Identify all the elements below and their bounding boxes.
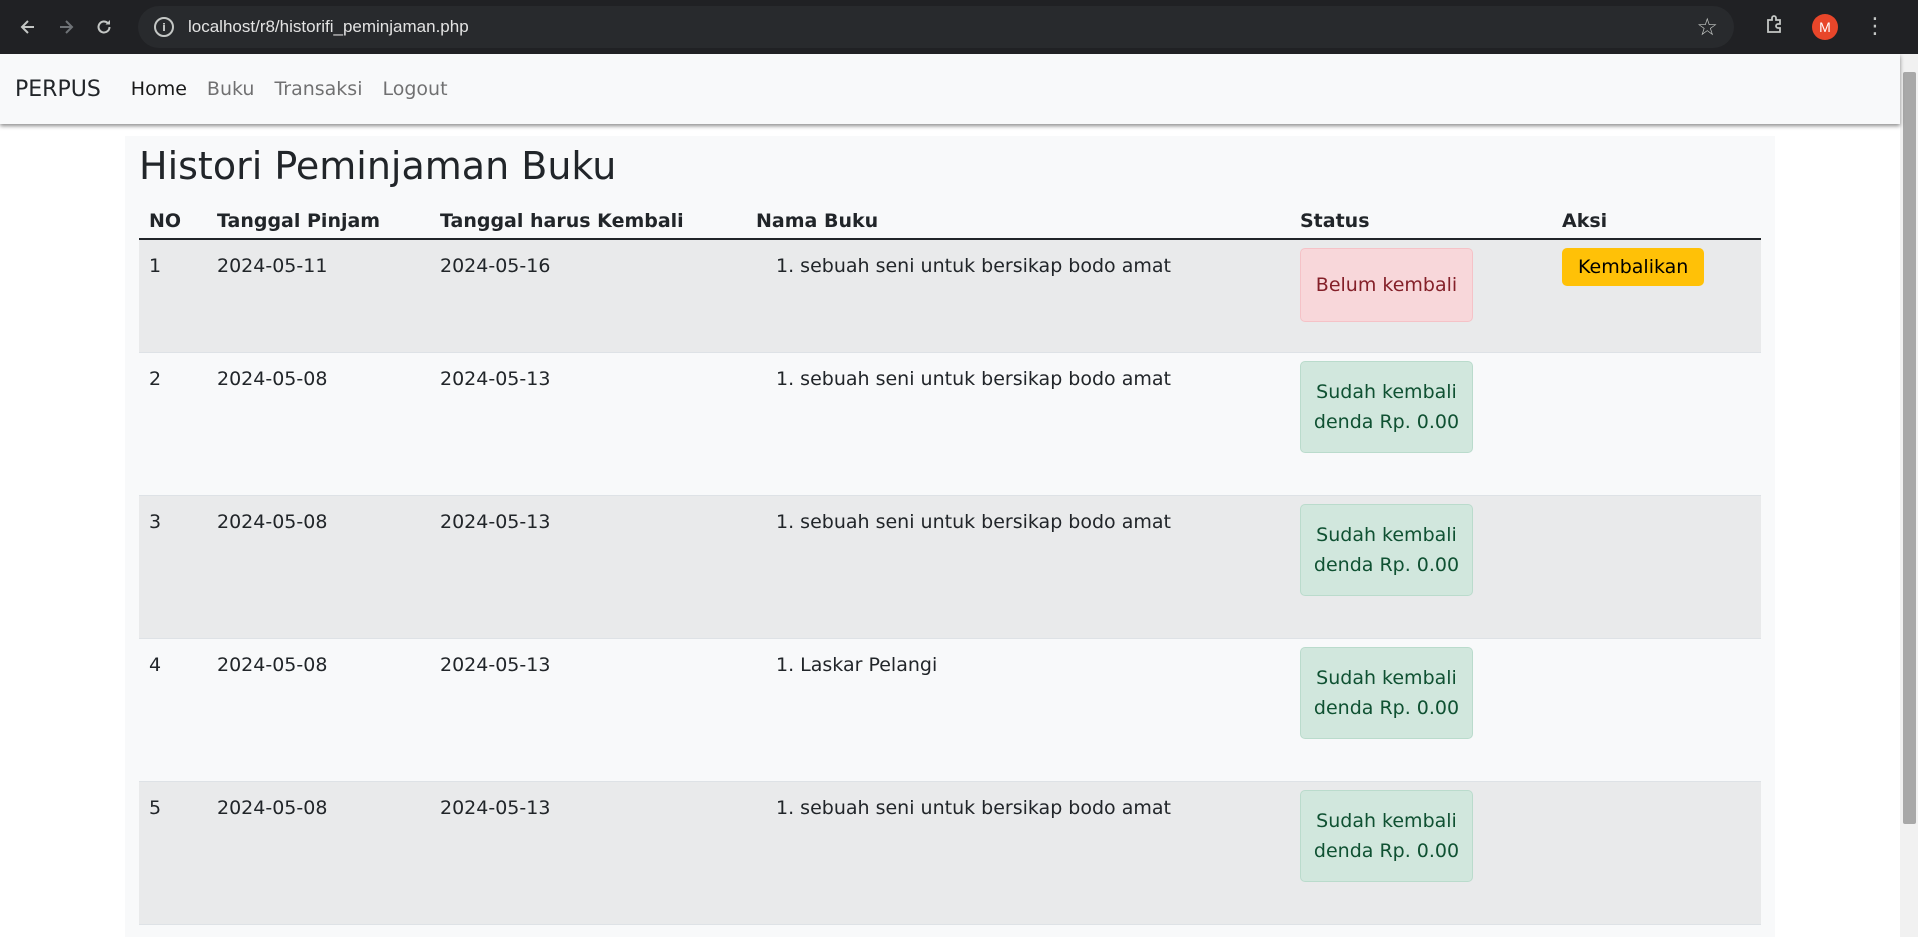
address-bar[interactable]: i localhost/r8/historifi_peminjaman.php …	[138, 6, 1734, 48]
status-text: Belum kembali	[1315, 274, 1458, 296]
cell-tanggal-kembali: 2024-05-16	[430, 239, 746, 353]
bookmark-star-icon[interactable]: ☆	[1696, 13, 1718, 41]
book-list-item: 1. Laskar Pelangi	[776, 653, 938, 676]
scrollbar-thumb[interactable]	[1903, 72, 1916, 824]
navbar-brand[interactable]: PERPUS	[15, 77, 101, 102]
table-row: 1 2024-05-11 2024-05-16 1. sebuah seni u…	[139, 239, 1761, 353]
cell-tanggal-pinjam: 2024-05-11	[207, 239, 430, 353]
book-list-item: 1. sebuah seni untuk bersikap bodo amat	[776, 796, 1171, 819]
denda-text: denda Rp. 0.00	[1313, 696, 1460, 719]
status-badge: Sudah kembali denda Rp. 0.00	[1300, 503, 1473, 596]
cell-no: 1	[139, 239, 207, 353]
cell-no: 2	[139, 352, 207, 496]
header-status: Status	[1290, 204, 1552, 240]
table-row: 4 2024-05-08 2024-05-13 1. Laskar Pelang…	[139, 638, 1761, 782]
book-list-item: 1. sebuah seni untuk bersikap bodo amat	[776, 510, 1171, 533]
cell-aksi: Kembalikan	[1552, 239, 1761, 353]
nav-link-home[interactable]: Home	[131, 78, 187, 100]
status-badge: Sudah kembali denda Rp. 0.00	[1300, 789, 1473, 882]
nav-link-transaksi[interactable]: Transaksi	[274, 78, 362, 100]
cell-tanggal-pinjam: 2024-05-08	[207, 638, 430, 782]
page-title: Histori Peminjaman Buku	[139, 144, 617, 188]
denda-text: denda Rp. 0.00	[1313, 839, 1460, 862]
status-badge: Sudah kembali denda Rp. 0.00	[1300, 646, 1473, 739]
cell-tanggal-kembali: 2024-05-13	[430, 638, 746, 782]
cell-tanggal-kembali: 2024-05-13	[430, 495, 746, 639]
status-text: Sudah kembali	[1316, 666, 1457, 689]
cell-aksi	[1552, 352, 1761, 496]
status-badge: Sudah kembali denda Rp. 0.00	[1300, 360, 1473, 453]
book-list-item: 1. sebuah seni untuk bersikap bodo amat	[776, 255, 1171, 277]
book-list-item: 1. sebuah seni untuk bersikap bodo amat	[776, 367, 1171, 390]
back-arrow-icon[interactable]	[12, 11, 44, 43]
cell-status: Sudah kembali denda Rp. 0.00	[1290, 495, 1552, 639]
extensions-icon[interactable]	[1764, 14, 1786, 41]
header-no: NO	[139, 204, 207, 240]
profile-avatar[interactable]: M	[1812, 14, 1838, 40]
page-viewport: PERPUS Home Buku Transaksi Logout Histor…	[0, 54, 1918, 937]
table-row: 5 2024-05-08 2024-05-13 1. sebuah seni u…	[139, 781, 1761, 925]
cell-no: 3	[139, 495, 207, 639]
table-header-row: NO Tanggal Pinjam Tanggal harus Kembali …	[139, 204, 1761, 240]
cell-no: 4	[139, 638, 207, 782]
table-row: 3 2024-05-08 2024-05-13 1. sebuah seni u…	[139, 495, 1761, 639]
cell-no: 5	[139, 781, 207, 925]
cell-tanggal-pinjam: 2024-05-08	[207, 495, 430, 639]
kembalikan-button[interactable]: Kembalikan	[1562, 248, 1705, 286]
history-table: NO Tanggal Pinjam Tanggal harus Kembali …	[139, 204, 1761, 925]
cell-status: Sudah kembali denda Rp. 0.00	[1290, 352, 1552, 496]
forward-arrow-icon[interactable]	[50, 11, 82, 43]
nav-link-logout[interactable]: Logout	[383, 78, 448, 100]
cell-tanggal-pinjam: 2024-05-08	[207, 352, 430, 496]
header-nama-buku: Nama Buku	[746, 204, 1290, 240]
header-tanggal-pinjam: Tanggal Pinjam	[207, 204, 430, 240]
cell-tanggal-kembali: 2024-05-13	[430, 352, 746, 496]
cell-status: Belum kembali	[1290, 239, 1552, 353]
cell-aksi	[1552, 638, 1761, 782]
cell-status: Sudah kembali denda Rp. 0.00	[1290, 781, 1552, 925]
cell-nama-buku: 1. sebuah seni untuk bersikap bodo amat	[746, 495, 1290, 639]
reload-icon[interactable]	[88, 11, 120, 43]
cell-nama-buku: 1. Laskar Pelangi	[746, 638, 1290, 782]
cell-aksi	[1552, 495, 1761, 639]
more-menu-icon[interactable]: ⋮	[1864, 16, 1886, 38]
status-text: Sudah kembali	[1316, 523, 1457, 546]
table-row: 2 2024-05-08 2024-05-13 1. sebuah seni u…	[139, 352, 1761, 496]
header-aksi: Aksi	[1552, 204, 1761, 240]
url-text: localhost/r8/historifi_peminjaman.php	[188, 17, 469, 36]
status-text: Sudah kembali	[1316, 380, 1457, 403]
nav-link-buku[interactable]: Buku	[207, 78, 255, 100]
header-tanggal-kembali: Tanggal harus Kembali	[430, 204, 746, 240]
denda-text: denda Rp. 0.00	[1313, 410, 1460, 433]
cell-tanggal-pinjam: 2024-05-08	[207, 781, 430, 925]
page-scrollbar[interactable]	[1900, 54, 1918, 937]
status-badge: Belum kembali	[1300, 248, 1473, 322]
cell-nama-buku: 1. sebuah seni untuk bersikap bodo amat	[746, 239, 1290, 353]
cell-nama-buku: 1. sebuah seni untuk bersikap bodo amat	[746, 781, 1290, 925]
cell-aksi	[1552, 781, 1761, 925]
status-text: Sudah kembali	[1316, 809, 1457, 832]
cell-nama-buku: 1. sebuah seni untuk bersikap bodo amat	[746, 352, 1290, 496]
denda-text: denda Rp. 0.00	[1313, 553, 1460, 576]
site-navbar: PERPUS Home Buku Transaksi Logout	[0, 54, 1900, 124]
browser-toolbar: i localhost/r8/historifi_peminjaman.php …	[0, 0, 1918, 54]
site-info-icon[interactable]: i	[154, 17, 174, 37]
cell-tanggal-kembali: 2024-05-13	[430, 781, 746, 925]
cell-status: Sudah kembali denda Rp. 0.00	[1290, 638, 1552, 782]
content-container: Histori Peminjaman Buku NO Tanggal Pinja…	[125, 136, 1775, 937]
